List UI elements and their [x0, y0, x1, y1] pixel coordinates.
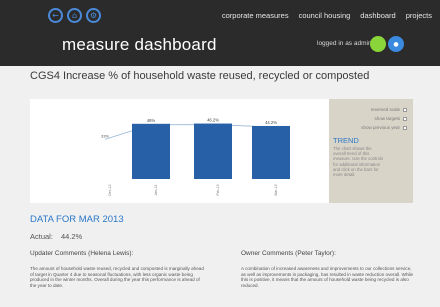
nav-link-council-housing[interactable]: council housing — [299, 11, 351, 20]
option-show-previous-year[interactable]: show previous year — [361, 125, 407, 130]
app-title: measure dashboard — [62, 35, 217, 54]
updater-comments-label: Updater Comments (Helena Lewis): — [30, 250, 134, 257]
option-reversed-scale[interactable]: reversed scale — [371, 107, 407, 112]
nav-link-corporate-measures[interactable]: corporate measures — [222, 11, 289, 20]
chart-options-panel: reversed scale show targets show previou… — [329, 99, 413, 203]
checkbox[interactable] — [403, 125, 407, 130]
x-tick-label: Feb-13 — [216, 184, 220, 195]
bar — [252, 125, 290, 179]
option-label: reversed scale — [370, 107, 400, 112]
x-tick-label: Mar-13 — [274, 184, 278, 195]
bar — [132, 123, 170, 179]
actual-label: Actual: — [30, 232, 53, 241]
actual-row: Actual: 44.2% — [30, 232, 82, 241]
trend-description: The chart shows the overall trend of thi… — [333, 146, 384, 178]
nav-link-projects[interactable]: projects — [406, 11, 432, 20]
nav-link-dashboard[interactable]: dashboard — [360, 11, 395, 20]
bar-data-label: 46.2% — [207, 118, 219, 123]
chart-svg: 33% Dec-12 46% Jan-13 46.2% Feb-13 44.2% Mar-13 — [101, 118, 290, 196]
bar-data-label: 46% — [147, 118, 156, 123]
trend-heading: TREND — [333, 136, 359, 145]
option-label: show targets — [374, 116, 400, 121]
x-tick-label: Jan-13 — [154, 185, 158, 196]
top-nav: corporate measures council housing dashb… — [222, 11, 432, 20]
start-data-label: 33% — [101, 133, 109, 138]
option-show-targets[interactable]: show targets — [374, 116, 407, 121]
top-header: ← ⌂ ⚙ corporate measures council housing… — [0, 0, 440, 66]
owner-comments-text: A combination of increased awareness and… — [241, 266, 414, 288]
option-label: show previous year — [361, 125, 400, 130]
measure-title: CGS4 Increase % of household waste reuse… — [30, 70, 370, 82]
owner-comments-label: Owner Comments (Peter Taylor): — [241, 250, 336, 257]
x-tick-label-start: Dec-12 — [108, 184, 112, 195]
checkbox[interactable] — [403, 116, 407, 121]
trend-line — [104, 124, 272, 140]
login-status: logged in as admin — [317, 40, 372, 47]
bar-data-label: 44.2% — [265, 120, 277, 125]
actual-value: 44.2% — [60, 232, 83, 241]
updater-comments-text: The amount of household waste reused, re… — [30, 266, 204, 288]
settings-icon[interactable]: ⚙ — [86, 8, 101, 23]
nav-icons: ← ⌂ ⚙ — [48, 8, 101, 23]
back-arrow-icon[interactable]: ← — [48, 8, 63, 23]
home-icon[interactable]: ⌂ — [67, 8, 82, 23]
trend-chart: 33% Dec-12 46% Jan-13 46.2% Feb-13 44.2% Mar-13 — [30, 99, 329, 203]
status-toggle-green[interactable] — [370, 36, 386, 52]
bar — [194, 123, 232, 179]
checkbox[interactable] — [403, 107, 407, 112]
data-heading: DATA FOR MAR 2013 — [30, 214, 124, 225]
user-avatar-icon[interactable]: ● — [388, 36, 404, 52]
